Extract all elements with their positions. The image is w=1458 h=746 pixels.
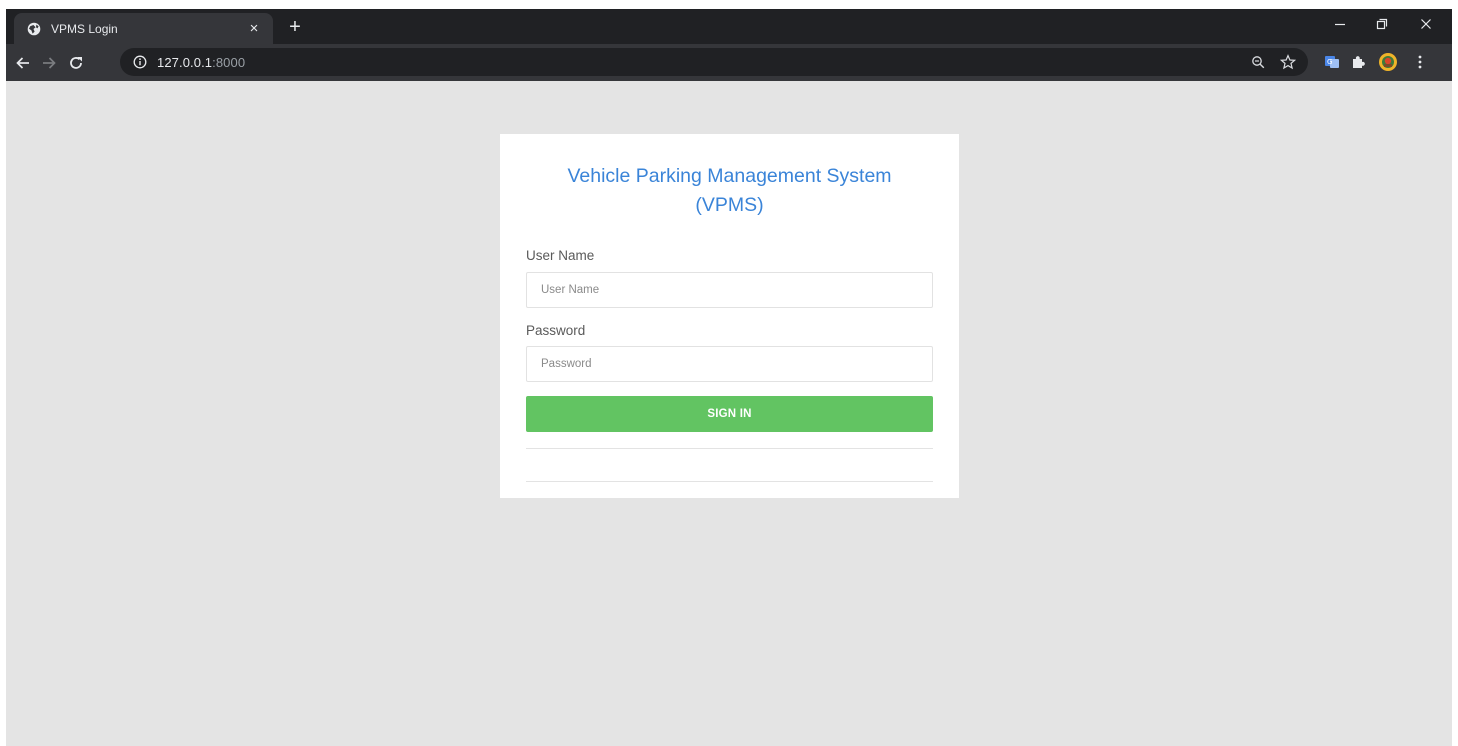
sign-in-button[interactable]: SIGN IN — [526, 396, 933, 432]
puzzle-icon[interactable] — [1346, 50, 1370, 74]
tab-title: VPMS Login — [51, 21, 118, 36]
password-input[interactable] — [526, 346, 933, 382]
address-bar[interactable]: 127.0.0.1:8000 — [120, 48, 1308, 76]
translate-extension-icon[interactable]: G — [1320, 50, 1344, 74]
page-title: Vehicle Parking Management System (VPMS) — [520, 162, 939, 220]
title-line-1: Vehicle Parking Management System — [567, 165, 892, 187]
tab-vpms-login[interactable]: VPMS Login × — [14, 13, 273, 44]
url-port: :8000 — [212, 54, 246, 70]
tab-strip: VPMS Login × + — [6, 9, 1452, 44]
username-input[interactable] — [526, 272, 933, 308]
forward-arrow-icon[interactable] — [36, 50, 62, 76]
minimize-icon[interactable] — [1320, 9, 1360, 39]
zoom-icon[interactable] — [1246, 50, 1270, 74]
info-icon[interactable] — [132, 54, 148, 70]
url-host: 127.0.0.1 — [157, 54, 213, 70]
browser-toolbar: 127.0.0.1:8000 G — [6, 44, 1452, 81]
svg-text:G: G — [1327, 58, 1332, 66]
login-card: Vehicle Parking Management System (VPMS)… — [500, 134, 959, 498]
globe-icon — [26, 21, 42, 37]
divider-bottom — [526, 481, 933, 482]
url-text: 127.0.0.1:8000 — [157, 55, 245, 70]
tab-close-icon[interactable]: × — [245, 20, 263, 37]
profile-avatar[interactable] — [1376, 50, 1400, 74]
username-label: User Name — [526, 248, 595, 263]
bookmark-star-icon[interactable] — [1276, 50, 1300, 74]
browser-window: VPMS Login × + 127.0.0.1:8000 G Vehicle … — [6, 9, 1452, 746]
divider-top — [526, 448, 933, 449]
restore-icon[interactable] — [1362, 9, 1402, 39]
reload-icon[interactable] — [63, 50, 89, 76]
title-line-2: (VPMS) — [695, 194, 764, 216]
password-label: Password — [526, 323, 586, 338]
close-window-icon[interactable] — [1406, 9, 1446, 39]
new-tab-button[interactable]: + — [284, 16, 306, 38]
back-arrow-icon[interactable] — [10, 50, 36, 76]
kebab-menu-icon[interactable] — [1408, 50, 1432, 74]
